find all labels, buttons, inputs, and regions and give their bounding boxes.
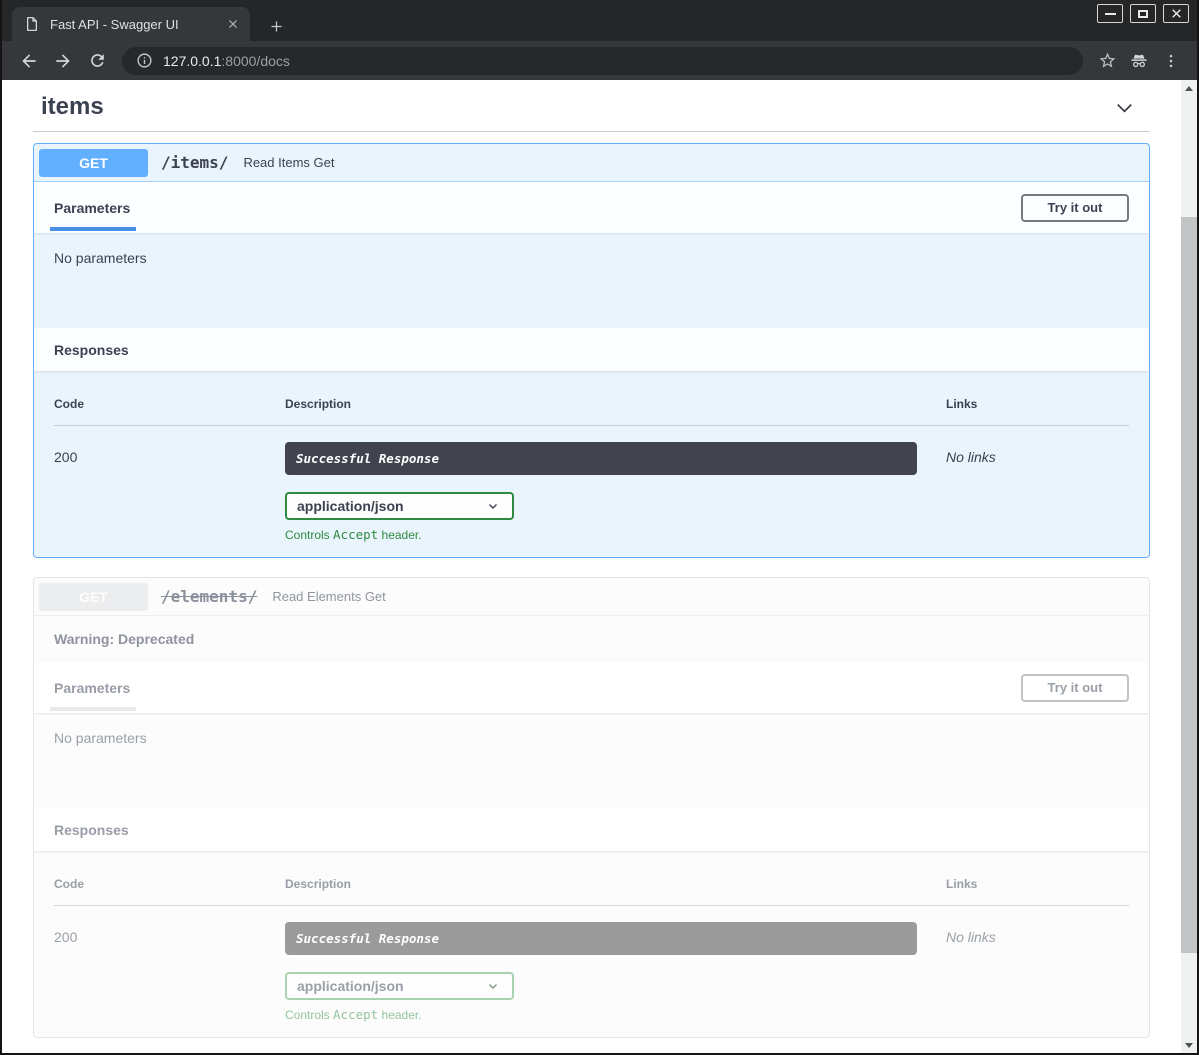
tag-divider xyxy=(33,131,1150,132)
method-badge: GET xyxy=(39,149,148,177)
new-tab-button[interactable] xyxy=(264,14,288,38)
collapse-chevron-icon[interactable] xyxy=(1113,96,1136,119)
page-file-icon xyxy=(24,16,40,32)
maximize-icon xyxy=(1138,10,1148,18)
method-badge: GET xyxy=(39,583,148,611)
browser-toolbar: 127.0.0.1:8000/docs xyxy=(2,41,1197,80)
back-icon xyxy=(19,51,39,71)
browser-tab[interactable]: Fast API - Swagger UI xyxy=(12,7,250,41)
window-controls xyxy=(1097,4,1189,23)
page-content: items GET /items/ Read Items Get Paramet… xyxy=(2,80,1197,1053)
endpoint-path: /items/ xyxy=(161,153,228,172)
opblock-summary[interactable]: GET /items/ Read Items Get xyxy=(34,144,1149,182)
responses-body: Code Description Links 200 Successful Re… xyxy=(34,371,1149,557)
endpoint-path: /elements/ xyxy=(161,587,257,606)
description-column-header: Description xyxy=(285,397,946,411)
accept-header-note: Controls Accept header. xyxy=(285,1007,946,1022)
browser-menu-button[interactable] xyxy=(1155,46,1187,76)
bookmark-star-button[interactable] xyxy=(1091,46,1123,76)
minimize-icon xyxy=(1105,13,1116,15)
no-links-text: No links xyxy=(946,442,1133,542)
address-bar[interactable]: 127.0.0.1:8000/docs xyxy=(122,47,1083,75)
code-column-header: Code xyxy=(54,397,285,411)
incognito-icon xyxy=(1129,51,1149,71)
response-row: 200 Successful Response application/json… xyxy=(54,426,1129,542)
code-column-header: Code xyxy=(54,877,285,891)
parameters-header: Parameters Try it out xyxy=(34,662,1149,713)
kebab-menu-icon xyxy=(1162,52,1180,70)
responses-label: Responses xyxy=(54,342,129,358)
parameters-tab: Parameters xyxy=(54,200,130,216)
scrollbar-thumb[interactable] xyxy=(1181,217,1197,953)
opblock-summary[interactable]: GET /elements/ Read Elements Get xyxy=(34,578,1149,616)
response-description-cell: Successful Response application/json Con… xyxy=(285,442,946,542)
response-row: 200 Successful Response application/json… xyxy=(54,906,1129,1022)
status-code: 200 xyxy=(54,922,285,1022)
description-column-header: Description xyxy=(285,877,946,891)
close-button[interactable] xyxy=(1163,4,1189,23)
page-scrollbar[interactable] xyxy=(1181,80,1197,1053)
response-description-box: Successful Response xyxy=(285,442,917,475)
browser-titlebar: Fast API - Swagger UI xyxy=(2,0,1197,41)
links-column-header: Links xyxy=(946,397,1133,411)
no-parameters-text: No parameters xyxy=(54,250,147,266)
incognito-badge xyxy=(1123,46,1155,76)
reload-button[interactable] xyxy=(82,46,112,76)
scrollbar-up-arrow[interactable] xyxy=(1181,81,1197,95)
no-parameters-text: No parameters xyxy=(54,730,147,746)
tag-section-items[interactable]: items xyxy=(33,88,1150,124)
response-description-box: Successful Response xyxy=(285,922,917,955)
star-icon xyxy=(1098,51,1117,70)
close-icon xyxy=(1170,7,1183,20)
swagger-ui: items GET /items/ Read Items Get Paramet… xyxy=(2,80,1197,1038)
maximize-button[interactable] xyxy=(1130,4,1156,23)
reload-icon xyxy=(88,51,107,70)
try-it-out-button[interactable]: Try it out xyxy=(1021,674,1129,702)
accept-header-note: Controls Accept header. xyxy=(285,527,946,542)
parameters-header: Parameters Try it out xyxy=(34,182,1149,233)
tag-title: items xyxy=(41,93,104,121)
minimize-button[interactable] xyxy=(1097,4,1123,23)
tab-title: Fast API - Swagger UI xyxy=(50,17,224,32)
try-it-out-button[interactable]: Try it out xyxy=(1021,194,1129,222)
deprecated-warning: Warning: Deprecated xyxy=(34,616,1149,662)
responses-body: Code Description Links 200 Successful Re… xyxy=(34,851,1149,1037)
parameters-tab: Parameters xyxy=(54,680,130,696)
forward-button[interactable] xyxy=(48,46,78,76)
parameters-body: No parameters xyxy=(34,713,1149,808)
select-chevron-icon xyxy=(486,499,500,513)
response-description-cell: Successful Response application/json Con… xyxy=(285,922,946,1022)
forward-icon xyxy=(53,51,73,71)
url-text: 127.0.0.1:8000/docs xyxy=(163,53,290,69)
responses-label: Responses xyxy=(54,822,129,838)
endpoint-summary: Read Elements Get xyxy=(272,589,385,604)
no-links-text: No links xyxy=(946,922,1133,1022)
scrollbar-down-arrow[interactable] xyxy=(1181,1038,1197,1052)
media-type-select[interactable]: application/json xyxy=(285,972,514,1000)
tab-close-icon[interactable] xyxy=(224,15,242,33)
status-code: 200 xyxy=(54,442,285,542)
responses-table-head: Code Description Links xyxy=(54,389,1129,426)
site-info-icon[interactable] xyxy=(136,52,153,69)
opblock-get-elements-deprecated: GET /elements/ Read Elements Get Warning… xyxy=(33,577,1150,1038)
responses-header: Responses xyxy=(34,328,1149,371)
endpoint-summary: Read Items Get xyxy=(243,155,334,170)
responses-table-head: Code Description Links xyxy=(54,869,1129,906)
select-chevron-icon xyxy=(486,979,500,993)
parameters-body: No parameters xyxy=(34,233,1149,328)
responses-header: Responses xyxy=(34,808,1149,851)
back-button[interactable] xyxy=(14,46,44,76)
links-column-header: Links xyxy=(946,877,1133,891)
opblock-get-items: GET /items/ Read Items Get Parameters Tr… xyxy=(33,143,1150,558)
media-type-select[interactable]: application/json xyxy=(285,492,514,520)
browser-window: Fast API - Swagger UI 127.0.0 xyxy=(0,0,1199,1055)
